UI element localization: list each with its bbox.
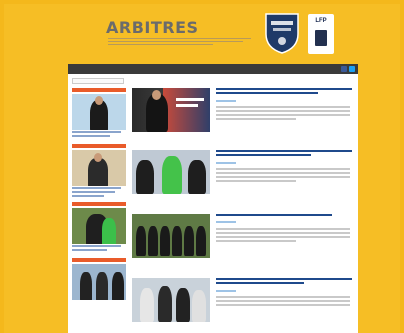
shield-badge-icon[interactable] bbox=[264, 12, 300, 54]
article-excerpt bbox=[216, 296, 350, 308]
article-date bbox=[216, 221, 236, 225]
widget-image[interactable] bbox=[72, 208, 126, 244]
widget-image[interactable] bbox=[72, 94, 126, 130]
widget-caption[interactable] bbox=[72, 187, 126, 197]
article-title[interactable] bbox=[216, 278, 352, 286]
social-icons bbox=[341, 66, 358, 72]
sidebar bbox=[72, 78, 126, 300]
main-column bbox=[132, 78, 354, 322]
site-header: ARBITRES LFP bbox=[68, 12, 358, 62]
sidebar-widget[interactable] bbox=[72, 258, 126, 300]
article-date bbox=[216, 162, 236, 166]
widget-label bbox=[72, 144, 126, 148]
widget-label bbox=[72, 202, 126, 206]
article-item[interactable] bbox=[132, 88, 354, 144]
article-date bbox=[216, 100, 236, 104]
article-title[interactable] bbox=[216, 88, 352, 96]
article-title[interactable] bbox=[216, 150, 352, 158]
article-item[interactable] bbox=[132, 150, 354, 206]
article-excerpt bbox=[216, 106, 350, 122]
widget-caption[interactable] bbox=[72, 245, 126, 251]
article-image[interactable] bbox=[132, 88, 210, 132]
twitter-icon[interactable] bbox=[349, 66, 355, 72]
widget-image[interactable] bbox=[72, 150, 126, 186]
article-item[interactable] bbox=[132, 214, 354, 270]
sidebar-widget[interactable] bbox=[72, 144, 126, 199]
content-area bbox=[68, 74, 358, 333]
article-title[interactable] bbox=[216, 214, 352, 218]
lfp-badge[interactable]: LFP bbox=[308, 14, 334, 54]
logo-tagline bbox=[108, 38, 258, 47]
article-excerpt bbox=[216, 228, 350, 244]
sidebar-widget[interactable] bbox=[72, 88, 126, 139]
article-excerpt bbox=[216, 168, 350, 184]
logo-title: ARBITRES bbox=[106, 18, 199, 37]
widget-caption[interactable] bbox=[72, 131, 126, 137]
breadcrumb bbox=[132, 78, 354, 84]
widget-image[interactable] bbox=[72, 264, 126, 300]
facebook-icon[interactable] bbox=[341, 66, 347, 72]
widget-label bbox=[72, 258, 126, 262]
lfp-logo-icon bbox=[315, 30, 327, 46]
widget-label bbox=[72, 88, 126, 92]
article-date bbox=[216, 290, 236, 294]
article-item[interactable] bbox=[132, 278, 354, 333]
page-frame: ARBITRES LFP bbox=[4, 4, 400, 333]
article-image[interactable] bbox=[132, 150, 210, 194]
sidebar-widget[interactable] bbox=[72, 202, 126, 253]
article-image[interactable] bbox=[132, 278, 210, 322]
lfp-label: LFP bbox=[315, 18, 327, 24]
main-nav bbox=[68, 64, 358, 74]
search-input[interactable] bbox=[72, 78, 124, 84]
article-image[interactable] bbox=[132, 214, 210, 258]
